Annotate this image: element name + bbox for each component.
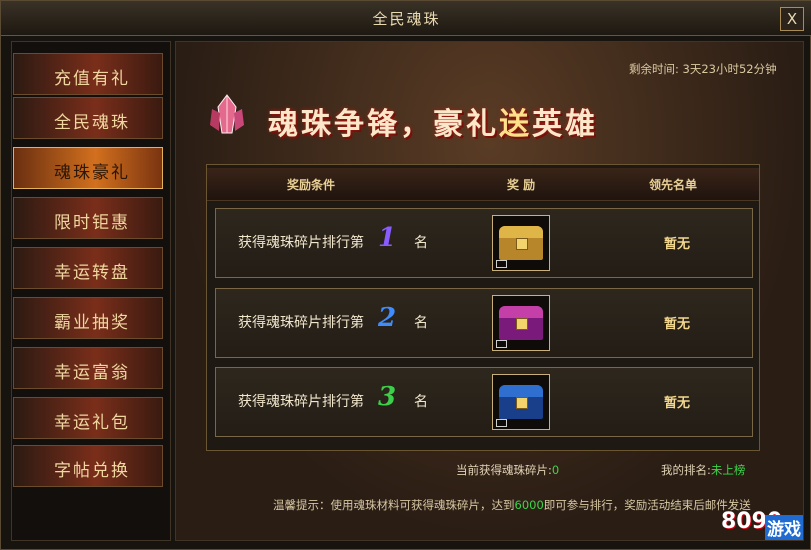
header-condition: 奖励条件 — [287, 178, 336, 192]
activity-window: 全民魂珠 X 充值有礼 全民魂珠 魂珠豪礼 限时钜惠 幸运转盘 霸业抽奖 幸运富翁 幸运礼包字… — [0, 0, 811, 550]
fragments-value: 0 — [551, 463, 560, 477]
item-tag-icon — [496, 419, 507, 427]
row-rank-suffix: 名 — [414, 315, 428, 331]
title-bar: 全民魂珠 X — [1, 1, 811, 36]
row-rank-suffix: 名 — [414, 394, 428, 410]
slogan-part3: 英雄 — [532, 107, 598, 142]
watermark-text: 游戏 — [765, 515, 803, 540]
remaining-value: 3天23小时52分钟 — [682, 62, 777, 76]
tip-suffix: 即可参与排行，奖励活动结束后邮件发送 — [543, 498, 751, 512]
sidebar-item-5[interactable]: 幸运转盘 — [13, 247, 163, 289]
sidebar-item-8[interactable]: 幸运礼包 — [13, 397, 163, 439]
treasure-chest-icon[interactable] — [492, 215, 550, 271]
table-header: 奖励条件 奖 励 领先名单 — [207, 168, 759, 201]
row-leader: 暂无 — [664, 237, 691, 252]
slogan-send: 送 — [499, 107, 532, 142]
row-leader: 暂无 — [664, 396, 691, 411]
row-condition: 获得魂珠碎片排行第 — [238, 315, 364, 331]
tip-prefix: 温馨提示：使用魂珠材料可获得魂珠碎片，达到 — [273, 498, 515, 512]
treasure-chest-icon[interactable] — [492, 295, 550, 351]
sidebar-item-1[interactable]: 充值有礼 — [13, 53, 163, 95]
banner-slogan: 魂珠争锋，豪礼送英雄 — [268, 99, 598, 143]
row-condition: 获得魂珠碎片排行第 — [238, 235, 364, 251]
chest-lock-icon — [516, 238, 528, 250]
sidebar-item-9[interactable]: 字帖兑换 — [13, 445, 163, 487]
chest-lock-icon — [516, 318, 528, 330]
row-rank: 2 — [378, 303, 397, 333]
sidebar-item-4[interactable]: 限时钜惠 — [13, 197, 163, 239]
sidebar-item-label: 限时钜惠 — [54, 213, 130, 233]
remaining-label: 剩余时间: — [629, 62, 683, 76]
tip-text: 温馨提示：使用魂珠材料可获得魂珠碎片，达到6000即可参与排行，奖励活动结束后邮… — [273, 497, 751, 513]
fragments-count: 当前获得魂珠碎片:0 — [456, 462, 559, 478]
slogan-part1: 魂珠争锋，豪礼 — [268, 107, 499, 142]
row-rank: 1 — [378, 223, 397, 253]
row-leader: 暂无 — [664, 317, 691, 332]
sidebar-item-label: 幸运转盘 — [54, 263, 130, 283]
fragments-label: 当前获得魂珠碎片: — [456, 463, 552, 477]
row-condition: 获得魂珠碎片排行第 — [238, 394, 364, 410]
chest-lid — [499, 226, 543, 238]
my-rank-label: 我的排名: — [661, 463, 711, 477]
watermark-logo: 8090 游戏 — [721, 503, 811, 549]
row-rank-suffix: 名 — [414, 235, 428, 251]
chest-lid — [499, 306, 543, 318]
item-tag-icon — [496, 260, 507, 268]
sidebar-item-label: 霸业抽奖 — [54, 313, 130, 333]
remaining-time: 剩余时间: 3天23小时52分钟 — [629, 61, 777, 77]
sidebar-item-7[interactable]: 幸运富翁 — [13, 347, 163, 389]
crystal-gem-icon — [210, 94, 244, 134]
sidebar-item-label: 充值有礼 — [54, 69, 130, 89]
sidebar-item-label: 幸运富翁 — [54, 363, 130, 383]
header-leader: 领先名单 — [649, 178, 698, 192]
sidebar-item-2[interactable]: 全民魂珠 — [13, 97, 163, 139]
chest-lock-icon — [516, 397, 528, 409]
my-rank: 我的排名:未上榜 — [661, 462, 745, 478]
sidebar-item-6[interactable]: 霸业抽奖 — [13, 297, 163, 339]
table-row: 获得魂珠碎片排行第 1 名 暂无 — [215, 208, 753, 278]
table-row: 获得魂珠碎片排行第 3 名 暂无 — [215, 367, 753, 437]
sidebar-item-label: 全民魂珠 — [54, 113, 130, 133]
treasure-chest-icon[interactable] — [492, 374, 550, 430]
sidebar-item-3[interactable]: 魂珠豪礼 — [13, 147, 163, 189]
chest-lid — [499, 385, 543, 397]
row-rank: 3 — [378, 382, 397, 412]
item-tag-icon — [496, 340, 507, 348]
sidebar-item-label: 幸运礼包 — [54, 413, 130, 433]
sidebar-item-label: 魂珠豪礼 — [54, 163, 130, 183]
table-row: 获得魂珠碎片排行第 2 名 暂无 — [215, 288, 753, 358]
header-reward: 奖 励 — [507, 178, 536, 192]
event-banner: 魂珠争锋，豪礼送英雄 — [206, 85, 726, 151]
my-rank-value: 未上榜 — [710, 463, 746, 477]
window-title: 全民魂珠 — [372, 10, 441, 28]
tip-threshold: 6000 — [514, 498, 544, 512]
close-button[interactable]: X — [780, 7, 804, 31]
sidebar-item-label: 字帖兑换 — [54, 461, 130, 481]
